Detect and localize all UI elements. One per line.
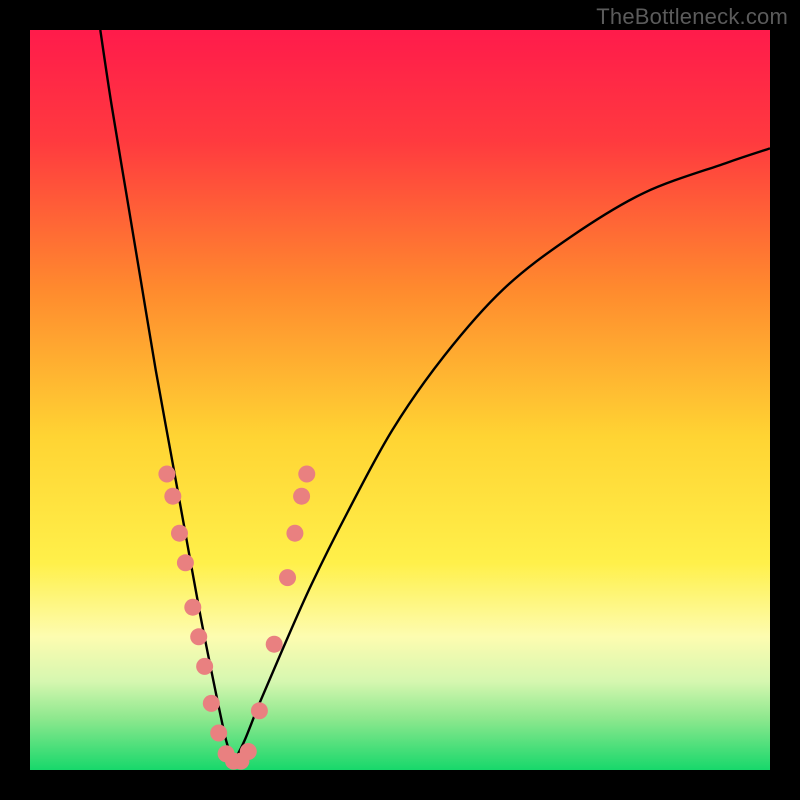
- highlight-dot: [158, 466, 175, 483]
- highlight-dot: [203, 695, 220, 712]
- watermark-text: TheBottleneck.com: [596, 4, 788, 30]
- chart-stage: TheBottleneck.com: [0, 0, 800, 800]
- highlight-dot: [164, 488, 181, 505]
- plot-area: [30, 30, 770, 770]
- highlight-dot: [240, 743, 257, 760]
- bottleneck-curve: [30, 30, 770, 770]
- highlight-dot: [184, 599, 201, 616]
- highlight-dot: [177, 554, 194, 571]
- curve-right-arm: [234, 148, 771, 762]
- curve-left-arm: [100, 30, 233, 763]
- highlight-dot: [266, 636, 283, 653]
- highlight-dot: [171, 525, 188, 542]
- highlight-dot: [279, 569, 296, 586]
- highlight-dot: [196, 658, 213, 675]
- highlight-dot: [293, 488, 310, 505]
- highlight-dot: [286, 525, 303, 542]
- highlight-dot: [298, 466, 315, 483]
- highlight-dot: [251, 702, 268, 719]
- highlight-dot: [190, 628, 207, 645]
- highlight-dot: [210, 725, 227, 742]
